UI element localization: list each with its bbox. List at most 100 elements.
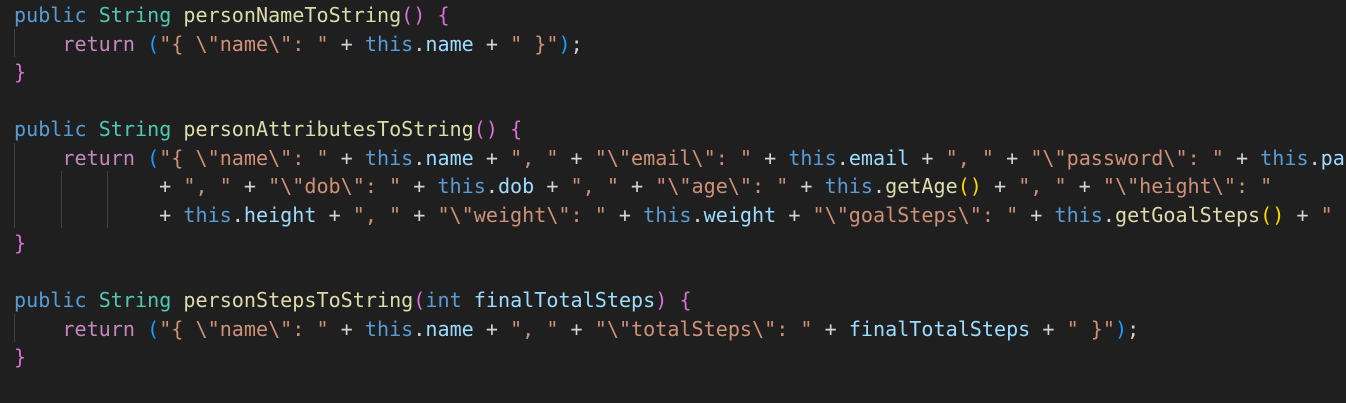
code-token: "\"email\": ": [594, 145, 753, 170]
code-token: +: [401, 202, 438, 227]
code-token: .: [691, 202, 704, 227]
code-token: +: [618, 174, 656, 198]
code-token: +: [14, 202, 184, 227]
code-token: (: [147, 145, 160, 170]
code-editor[interactable]: public String personNameToString() { ret…: [0, 0, 1346, 403]
code-line[interactable]: return ("{ \"name\": " + this.name + ", …: [14, 315, 1139, 343]
code-token: return: [62, 145, 135, 170]
code-token: (: [147, 31, 160, 56]
code-token: ", ": [570, 174, 619, 198]
code-token: public: [14, 3, 87, 27]
code-token: +: [231, 174, 269, 198]
code-token: "\"weight\": ": [437, 202, 607, 227]
code-line[interactable]: + this.height + ", " + "\"weight\": " + …: [14, 201, 1346, 229]
code-token: password: [1320, 145, 1346, 170]
code-token: this: [437, 174, 486, 198]
code-token: "\"goalSteps\": ": [812, 202, 1019, 227]
code-token: getGoalSteps: [1114, 202, 1261, 227]
code-token: this: [643, 202, 692, 227]
code-line[interactable]: }: [14, 229, 26, 257]
code-token: (: [147, 316, 160, 341]
code-token: (): [957, 174, 982, 198]
code-token: }: [14, 231, 27, 255]
code-token: "\"totalSteps\": ": [594, 316, 813, 341]
code-token: .: [413, 316, 426, 341]
code-token: +: [473, 316, 511, 341]
code-token: +: [909, 145, 946, 170]
code-token: "{ \"name\": ": [159, 31, 329, 56]
code-token: +: [1030, 316, 1067, 341]
code-token: ): [1114, 316, 1128, 341]
code-token: ", ": [945, 145, 995, 170]
code-token: name: [425, 31, 474, 56]
code-token: finalTotalSteps: [473, 288, 656, 312]
code-token: (: [413, 288, 426, 312]
code-token: (): [401, 3, 426, 27]
code-token: this: [1260, 145, 1309, 170]
code-token: dob: [497, 174, 535, 198]
code-token: +: [812, 316, 849, 341]
code-line[interactable]: public String personStepsToString(int fi…: [14, 286, 692, 314]
code-token: ", ": [510, 145, 559, 170]
code-line[interactable]: public String personAttributesToString()…: [14, 115, 522, 143]
code-token: +: [1284, 202, 1321, 227]
code-token: ", ": [183, 174, 232, 198]
code-token: ;: [1127, 316, 1140, 341]
code-token: this: [364, 145, 414, 170]
code-token: +: [1066, 174, 1103, 198]
code-token: ): [558, 31, 571, 56]
code-token: name: [425, 316, 474, 341]
code-token: ;: [570, 31, 583, 56]
code-token: name: [425, 145, 474, 170]
code-token: "\"age\": ": [655, 174, 789, 198]
code-line[interactable]: public String personNameToString() {: [14, 1, 450, 29]
code-token: +: [473, 31, 511, 56]
code-token: " }": [1320, 202, 1346, 227]
code-token: {: [679, 288, 692, 312]
code-token: "{ \"name\": ": [159, 145, 329, 170]
code-token: .: [413, 145, 426, 170]
code-token: +: [1018, 202, 1055, 227]
code-token: finalTotalSteps: [848, 316, 1031, 341]
code-token: +: [788, 174, 825, 198]
code-token: (): [473, 117, 498, 141]
code-token: email: [848, 145, 910, 170]
code-line[interactable]: }: [14, 58, 26, 86]
code-token: int: [425, 288, 462, 312]
code-token: " }": [1066, 316, 1115, 341]
code-token: "\"dob\": ": [268, 174, 402, 198]
code-token: }: [14, 60, 27, 84]
code-token: +: [558, 145, 595, 170]
code-token: +: [14, 174, 184, 198]
code-token: personAttributesToString: [183, 117, 474, 141]
code-token: +: [473, 145, 511, 170]
code-token: this: [183, 202, 232, 227]
code-token: String: [98, 117, 172, 141]
code-token: this: [788, 145, 837, 170]
code-line[interactable]: + ", " + "\"dob\": " + this.dob + ", " +…: [14, 172, 1272, 200]
code-line[interactable]: return ("{ \"name\": " + this.name + " }…: [14, 30, 583, 58]
code-token: +: [328, 316, 365, 341]
code-line[interactable]: return ("{ \"name\": " + this.name + ", …: [14, 144, 1346, 172]
code-token: personStepsToString: [183, 288, 414, 312]
code-token: ", ": [510, 316, 559, 341]
code-token: this: [364, 31, 414, 56]
code-token: .: [836, 145, 849, 170]
code-token: +: [316, 202, 353, 227]
code-token: return: [62, 316, 135, 341]
code-line[interactable]: }: [14, 343, 26, 371]
code-token: ): [655, 288, 668, 312]
code-token: .: [413, 31, 426, 56]
code-token: this: [364, 316, 414, 341]
